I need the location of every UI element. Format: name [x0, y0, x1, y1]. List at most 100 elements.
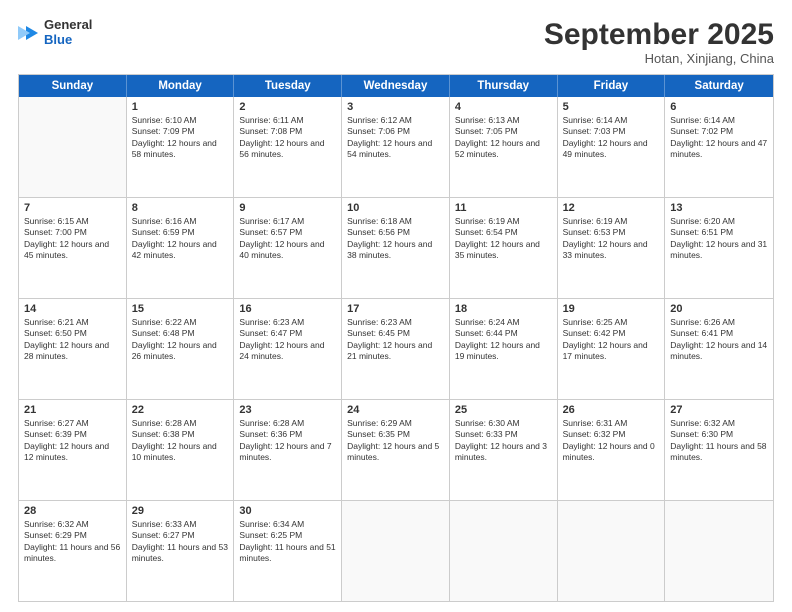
header-sunday: Sunday — [19, 75, 127, 97]
calendar-body: 1Sunrise: 6:10 AMSunset: 7:09 PMDaylight… — [19, 97, 773, 601]
cell-info: Sunrise: 6:26 AMSunset: 6:41 PM Daylight:… — [670, 317, 768, 363]
calendar-cell — [342, 501, 450, 601]
title-block: September 2025 Hotan, Xinjiang, China — [544, 18, 774, 66]
calendar-cell: 26Sunrise: 6:31 AMSunset: 6:32 PMDayligh… — [558, 400, 666, 500]
sunrise-label: Sunrise: 6:12 AM — [347, 115, 412, 125]
calendar-cell: 1Sunrise: 6:10 AMSunset: 7:09 PMDaylight… — [127, 97, 235, 197]
daylight-label: Daylight: 12 hours and 33 minutes. — [563, 239, 648, 260]
cell-info: Sunrise: 6:28 AMSunset: 6:38 PMDaylight:… — [132, 418, 229, 464]
sunrise-label: Sunrise: 6:14 AM — [563, 115, 628, 125]
calendar-cell: 30Sunrise: 6:34 AMSunset: 6:25 PMDayligh… — [234, 501, 342, 601]
cell-info: Sunrise: 6:30 AMSunset: 6:33 PMDaylight:… — [455, 418, 552, 464]
sunset-label: Sunset: 7:05 PM — [455, 126, 518, 136]
sunset-label: Sunset: 7:03 PM — [563, 126, 626, 136]
logo-line1: General — [44, 18, 92, 33]
calendar-row-5: 28Sunrise: 6:32 AMSunset: 6:29 PMDayligh… — [19, 501, 773, 601]
calendar-cell: 11Sunrise: 6:19 AMSunset: 6:54 PMDayligh… — [450, 198, 558, 298]
sunset-label: Sunset: 6:33 PM — [455, 429, 518, 439]
day-number: 13 — [670, 202, 768, 214]
header-monday: Monday — [127, 75, 235, 97]
daylight-label: Daylight: 12 hours and 3 minutes. — [455, 441, 547, 462]
sunset-label: Sunset: 6:38 PM — [132, 429, 195, 439]
sunset-label: Sunset: 6:50 PM — [24, 328, 87, 338]
sunset-label: Sunset: 6:29 PM — [24, 530, 87, 540]
day-number: 9 — [239, 202, 336, 214]
day-number: 24 — [347, 404, 444, 416]
cell-info: Sunrise: 6:34 AMSunset: 6:25 PMDaylight:… — [239, 519, 336, 565]
day-number: 7 — [24, 202, 121, 214]
calendar-cell: 19Sunrise: 6:25 AMSunset: 6:42 PMDayligh… — [558, 299, 666, 399]
daylight-label: Daylight: 12 hours and 56 minutes. — [239, 138, 324, 159]
cell-info: Sunrise: 6:33 AMSunset: 6:27 PMDaylight:… — [132, 519, 229, 565]
calendar-cell: 14Sunrise: 6:21 AMSunset: 6:50 PMDayligh… — [19, 299, 127, 399]
daylight-label: Daylight: 12 hours and 5 minutes. — [347, 441, 439, 462]
daylight-label: Daylight: 12 hours and 42 minutes. — [132, 239, 217, 260]
day-number: 17 — [347, 303, 444, 315]
calendar-cell: 18 Sunrise: 6:24 AMSunset: 6:44 PM Dayligh… — [450, 299, 558, 399]
day-number: 2 — [239, 101, 336, 113]
sunrise-label: Sunrise: 6:31 AM — [563, 418, 628, 428]
calendar-cell — [558, 501, 666, 601]
daylight-label: Daylight: 12 hours and 35 minutes. — [455, 239, 540, 260]
daylight-label: Daylight: 12 hours and 19 minutes. — [455, 340, 540, 361]
header-wednesday: Wednesday — [342, 75, 450, 97]
sunrise-label: Sunrise: 6:33 AM — [132, 519, 197, 529]
calendar-row-3: 14Sunrise: 6:21 AMSunset: 6:50 PMDayligh… — [19, 299, 773, 400]
calendar-cell: 9Sunrise: 6:17 AMSunset: 6:57 PMDaylight… — [234, 198, 342, 298]
sunrise-label: Sunrise: 6:10 AM — [132, 115, 197, 125]
daylight-label: Daylight: 11 hours and 56 minutes. — [24, 542, 120, 563]
daylight-label: Daylight: 12 hours and 21 minutes. — [347, 340, 432, 361]
calendar-cell: 7Sunrise: 6:15 AMSunset: 7:00 PMDaylight… — [19, 198, 127, 298]
cell-info: Sunrise: 6:13 AMSunset: 7:05 PM Daylight:… — [455, 115, 552, 161]
header-saturday: Saturday — [665, 75, 773, 97]
daylight-label: Daylight: 12 hours and 26 minutes. — [132, 340, 217, 361]
daylight-label: Daylight: 12 hours and 58 minutes. — [132, 138, 217, 159]
cell-info: Sunrise: 6:20 AMSunset: 6:51 PMDaylight:… — [670, 216, 768, 262]
day-number: 18 — [455, 303, 552, 315]
header-thursday: Thursday — [450, 75, 558, 97]
cell-info: Sunrise: 6:12 AMSunset: 7:06 PMDaylight:… — [347, 115, 444, 161]
sunrise-label: Sunrise: 6:27 AM — [24, 418, 89, 428]
daylight-label: Daylight: 12 hours and 28 minutes. — [24, 340, 109, 361]
daylight-label: Daylight: 12 hours and 12 minutes. — [24, 441, 109, 462]
cell-info: Sunrise: 6:10 AMSunset: 7:09 PMDaylight:… — [132, 115, 229, 161]
calendar-row-4: 21Sunrise: 6:27 AMSunset: 6:39 PMDayligh… — [19, 400, 773, 501]
sunset-label: Sunset: 7:08 PM — [239, 126, 302, 136]
day-number: 19 — [563, 303, 660, 315]
cell-info: Sunrise: 6:28 AMSunset: 6:36 PMDaylight:… — [239, 418, 336, 464]
calendar-header: Sunday Monday Tuesday Wednesday Thursday… — [19, 75, 773, 97]
header-tuesday: Tuesday — [234, 75, 342, 97]
sunrise-label: Sunrise: 6:23 AM — [347, 317, 412, 327]
cell-info: Sunrise: 6:32 AMSunset: 6:30 PMDaylight:… — [670, 418, 768, 464]
sunrise-label: Sunrise: 6:26 AM — [670, 317, 735, 327]
sunset-label: Sunset: 6:45 PM — [347, 328, 410, 338]
calendar-cell: 16Sunrise: 6:23 AMSunset: 6:47 PMDayligh… — [234, 299, 342, 399]
calendar-cell: 5Sunrise: 6:14 AMSunset: 7:03 PMDaylight… — [558, 97, 666, 197]
sunrise-label: Sunrise: 6:17 AM — [239, 216, 304, 226]
sunset-label: Sunset: 6:41 PM — [670, 328, 733, 338]
daylight-label: Daylight: 12 hours and 14 minutes. — [670, 340, 767, 361]
page: General Blue September 2025 Hotan, Xinji… — [0, 0, 792, 612]
daylight-label: Daylight: 12 hours and 49 minutes. — [563, 138, 648, 159]
sunset-label: Sunset: 6:36 PM — [239, 429, 302, 439]
sunset-label: Sunset: 6:32 PM — [563, 429, 626, 439]
day-number: 27 — [670, 404, 768, 416]
cell-info: Sunrise: 6:23 AMSunset: 6:45 PM Daylight:… — [347, 317, 444, 363]
daylight-label: Daylight: 12 hours and 54 minutes. — [347, 138, 432, 159]
sunset-label: Sunset: 6:44 PM — [455, 328, 518, 338]
logo-bird-icon — [18, 22, 40, 44]
sunset-label: Sunset: 6:59 PM — [132, 227, 195, 237]
calendar-cell: 29Sunrise: 6:33 AMSunset: 6:27 PMDayligh… — [127, 501, 235, 601]
sunrise-label: Sunrise: 6:24 AM — [455, 317, 520, 327]
day-number: 15 — [132, 303, 229, 315]
logo: General Blue — [18, 18, 92, 48]
day-number: 26 — [563, 404, 660, 416]
daylight-label: Daylight: 12 hours and 52 minutes. — [455, 138, 540, 159]
cell-info: Sunrise: 6:19 AMSunset: 6:54 PMDaylight:… — [455, 216, 552, 262]
sunset-label: Sunset: 6:30 PM — [670, 429, 733, 439]
cell-info: Sunrise: 6:14 AMSunset: 7:02 PMDaylight:… — [670, 115, 768, 161]
sunset-label: Sunset: 6:35 PM — [347, 429, 410, 439]
sunrise-label: Sunrise: 6:13 AM — [455, 115, 520, 125]
cell-info: Sunrise: 6:32 AMSunset: 6:29 PMDaylight:… — [24, 519, 121, 565]
calendar-cell: 2Sunrise: 6:11 AMSunset: 7:08 PMDaylight… — [234, 97, 342, 197]
